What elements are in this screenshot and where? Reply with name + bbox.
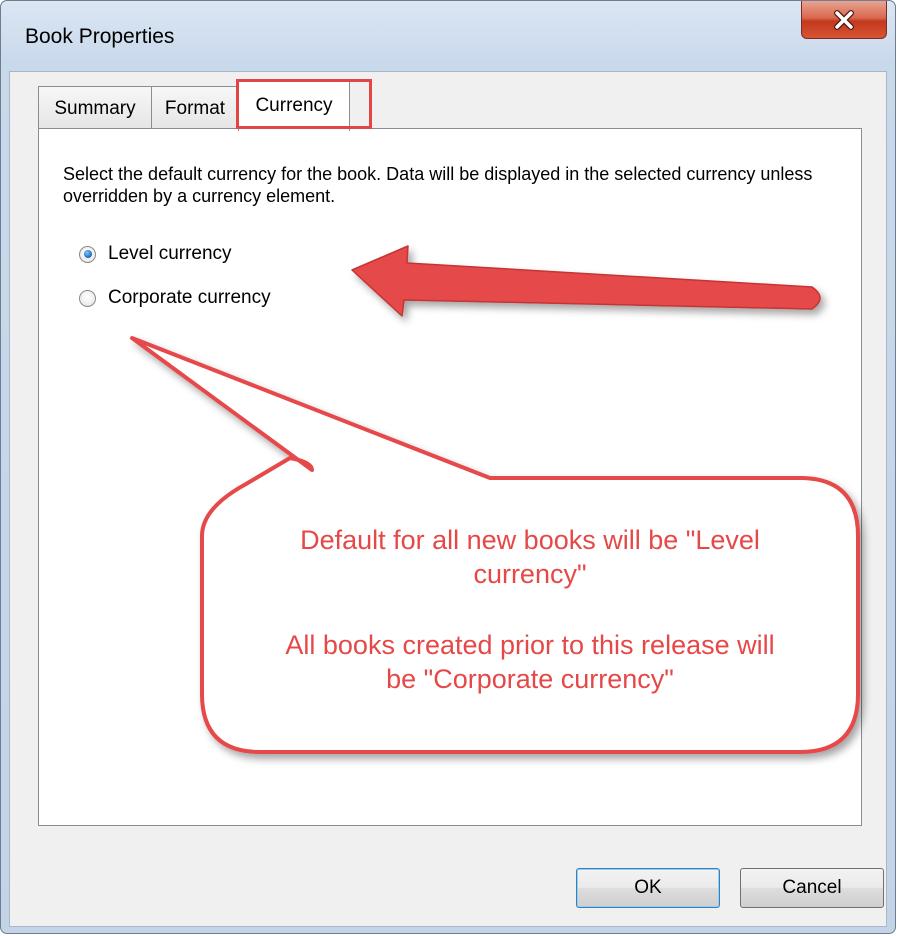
callout-text-line: currency" [473,559,587,589]
arrow-pointing-left [351,245,821,317]
callout-text-line: be "Corporate currency" [386,664,674,694]
callout-text-line: Default for all new books will be "Level [300,525,760,555]
annotation-overlay [130,245,860,754]
callout-text-line: All books created prior to this release … [285,630,775,660]
